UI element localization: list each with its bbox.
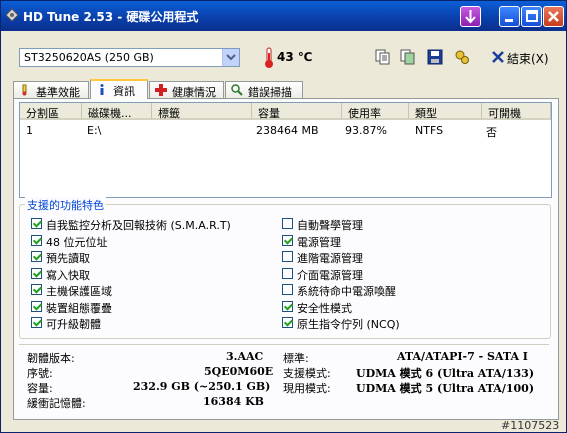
- feature-checkbox[interactable]: [31, 234, 42, 246]
- tab-benchmark[interactable]: 基準效能: [13, 81, 89, 99]
- serial-label: 序號:: [27, 367, 53, 380]
- feature-checkbox[interactable]: [31, 251, 42, 262]
- benchmark-icon: [22, 84, 27, 96]
- tab-error-scan-label: 錯誤掃描: [248, 86, 292, 99]
- tab-benchmark-label: 基準效能: [36, 86, 80, 99]
- feature-label: 介面電源管理: [297, 268, 363, 282]
- copy-text-icon[interactable]: [375, 49, 391, 65]
- tab-info[interactable]: 資訊: [90, 79, 148, 99]
- buffer-value: 16384 KB: [203, 395, 264, 408]
- feature-checkbox[interactable]: [282, 234, 293, 246]
- close-icon: [548, 11, 559, 22]
- drive-select[interactable]: ST3250620AS (250 GB): [19, 48, 240, 67]
- features-title: 支援的功能特色: [25, 197, 106, 213]
- tab-health-label: 健康情況: [172, 86, 216, 99]
- tab-info-label: 資訊: [113, 85, 135, 98]
- title-bar[interactable]: HD Tune 2.53 - 硬碟公用程式: [1, 1, 566, 31]
- feature-label: 電源管理: [297, 235, 341, 249]
- feature-checkbox[interactable]: [282, 300, 293, 312]
- window-title: HD Tune 2.53 - 硬碟公用程式: [23, 10, 199, 24]
- capacity-label: 容量:: [27, 382, 53, 395]
- save-icon[interactable]: [427, 49, 443, 65]
- feature-checkbox[interactable]: [31, 284, 42, 295]
- cell-drive: E:\: [87, 124, 102, 137]
- cell-capacity: 238464 MB: [256, 124, 319, 137]
- app-window: HD Tune 2.53 - 硬碟公用程式 ST3250620AS (250 G…: [0, 0, 567, 433]
- health-icon: [155, 84, 167, 96]
- tab-health[interactable]: 健康情況: [149, 81, 224, 99]
- scan-icon: [231, 84, 243, 96]
- current-mode-label: 現用模式:: [283, 382, 331, 395]
- minimize-icon: [505, 19, 513, 22]
- feature-label: 進階電源管理: [297, 252, 363, 265]
- feature-checkbox[interactable]: [282, 317, 293, 328]
- standard-label: 標準:: [283, 352, 309, 365]
- feature-label: 原生指令佇列 (NCQ): [297, 318, 400, 331]
- supported-mode-label: 支援模式:: [283, 367, 331, 380]
- buffer-label: 緩衝記憶體:: [27, 397, 86, 410]
- copy-screenshot-icon[interactable]: [400, 49, 416, 65]
- column-header-type[interactable]: 類型: [409, 103, 482, 120]
- temperature-display: 43 ℃: [261, 47, 321, 69]
- dropdown-button[interactable]: [222, 49, 239, 66]
- close-button[interactable]: [543, 6, 564, 27]
- feature-checkbox[interactable]: [282, 267, 293, 279]
- column-header-drive[interactable]: 磁碟機...: [82, 103, 152, 120]
- feature-checkbox[interactable]: [31, 267, 42, 279]
- feature-label: 主機保護區域: [46, 285, 112, 298]
- standard-value: ATA/ATAPI-7 - SATA I: [397, 350, 528, 363]
- feature-checkbox[interactable]: [282, 284, 293, 295]
- download-button[interactable]: [460, 6, 481, 27]
- column-header-partition[interactable]: 分割區: [20, 103, 82, 120]
- minimize-button[interactable]: [499, 6, 520, 27]
- watermark: #1107523: [501, 419, 560, 432]
- feature-label: 可升級韌體: [46, 318, 101, 331]
- exit-icon: [492, 51, 504, 63]
- feature-checkbox[interactable]: [282, 218, 293, 229]
- drive-select-value: ST3250620AS (250 GB): [24, 51, 154, 64]
- partition-table[interactable]: 分割區 磁碟機... 標籤 容量 使用率 類型 可開機 1 E:\ 238464…: [19, 102, 552, 198]
- feature-label: 裝置組態覆疊: [46, 301, 112, 315]
- feature-label: 寫入快取: [46, 268, 90, 282]
- feature-checkbox[interactable]: [282, 251, 293, 262]
- thermometer-icon: [265, 47, 273, 68]
- feature-checkbox[interactable]: [31, 300, 42, 312]
- supported-mode-value: UDMA 模式 6 (Ultra ATA/133): [356, 367, 535, 380]
- exit-button[interactable]: 結束(X): [489, 46, 551, 68]
- feature-checkbox[interactable]: [31, 218, 42, 229]
- column-header-usage[interactable]: 使用率: [342, 103, 409, 120]
- current-mode-value: UDMA 模式 5 (Ultra ATA/100): [356, 382, 535, 395]
- firmware-label: 韌體版本:: [27, 352, 75, 365]
- column-header-capacity[interactable]: 容量: [252, 103, 342, 120]
- exit-label: 結束(X): [507, 52, 549, 66]
- cell-bootable: 否: [486, 126, 497, 139]
- info-icon: [100, 84, 104, 95]
- feature-label: 安全性模式: [297, 301, 352, 315]
- chevron-down-icon: [226, 54, 236, 61]
- feature-label: 預先讀取: [46, 252, 90, 265]
- column-header-bootable[interactable]: 可開機: [482, 103, 551, 120]
- feature-label: 48 位元位址: [46, 235, 108, 249]
- feature-checkbox[interactable]: [31, 317, 42, 328]
- cell-partition: 1: [26, 124, 33, 137]
- serial-value: 5QE0M60E: [204, 365, 274, 378]
- maximize-button[interactable]: [521, 6, 542, 27]
- firmware-value: 3.AAC: [226, 350, 264, 363]
- arrow-down-icon: [465, 10, 476, 24]
- feature-label: 自我監控分析及回報技術 (S.M.A.R.T): [46, 219, 231, 232]
- maximize-icon: [526, 10, 538, 22]
- options-icon[interactable]: [454, 49, 470, 65]
- cell-usage: 93.87%: [345, 124, 387, 137]
- app-icon: [5, 8, 19, 22]
- cell-type: NTFS: [415, 124, 444, 137]
- feature-label: 系統待命中電源喚醒: [297, 285, 396, 298]
- temperature-value: 43 ℃: [277, 50, 313, 64]
- tab-error-scan[interactable]: 錯誤掃描: [225, 81, 303, 99]
- column-header-label[interactable]: 標籤: [152, 103, 252, 120]
- capacity-value: 232.9 GB (~250.1 GB): [133, 380, 271, 393]
- feature-label: 自動聲學管理: [297, 219, 363, 232]
